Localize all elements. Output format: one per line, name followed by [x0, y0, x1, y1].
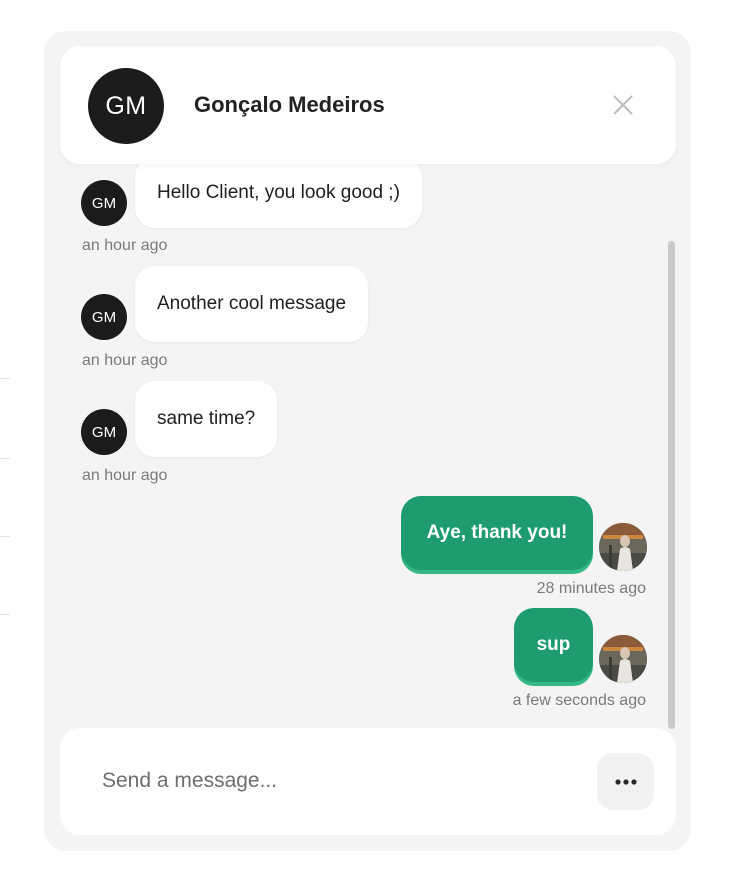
background-divider	[0, 614, 10, 615]
message-timestamp: an hour ago	[82, 352, 168, 369]
message-bubble: same time?	[135, 381, 278, 457]
contact-avatar[interactable]: GM	[88, 68, 164, 144]
close-icon	[613, 95, 633, 115]
message-bubble: Hello Client, you look good ;)	[135, 157, 422, 228]
background-divider	[0, 378, 10, 379]
contact-name: Gonçalo Medeiros	[194, 92, 385, 117]
message-timestamp: 28 minutes ago	[536, 580, 646, 597]
sender-avatar: GM	[81, 409, 127, 455]
message-bubble-outgoing: sup	[514, 608, 593, 682]
message-composer	[60, 728, 676, 835]
user-avatar	[599, 635, 647, 683]
more-options-button[interactable]	[597, 753, 654, 810]
message-timestamp: an hour ago	[82, 237, 168, 254]
user-photo-icon	[599, 523, 647, 571]
user-avatar	[599, 523, 647, 571]
user-photo-icon	[599, 635, 647, 683]
message-bubble: Another cool message	[135, 266, 369, 342]
message-timestamp: a few seconds ago	[512, 692, 646, 709]
message-list-scrollbar[interactable]	[668, 241, 675, 729]
message-list[interactable]: GM Hello Client, you look good ;) an hou…	[44, 157, 691, 731]
chat-panel: GM Gonçalo Medeiros GM Hello Client, you…	[44, 31, 691, 851]
chat-header: GM Gonçalo Medeiros	[60, 46, 676, 164]
more-horizontal-icon	[614, 778, 637, 785]
sender-avatar: GM	[81, 180, 127, 226]
background-divider	[0, 458, 10, 459]
sender-avatar: GM	[81, 294, 127, 340]
background-divider	[0, 536, 10, 537]
close-button[interactable]	[608, 90, 638, 120]
message-bubble-outgoing: Aye, thank you!	[401, 496, 593, 570]
message-input[interactable]	[100, 758, 540, 804]
message-timestamp: an hour ago	[82, 467, 168, 484]
